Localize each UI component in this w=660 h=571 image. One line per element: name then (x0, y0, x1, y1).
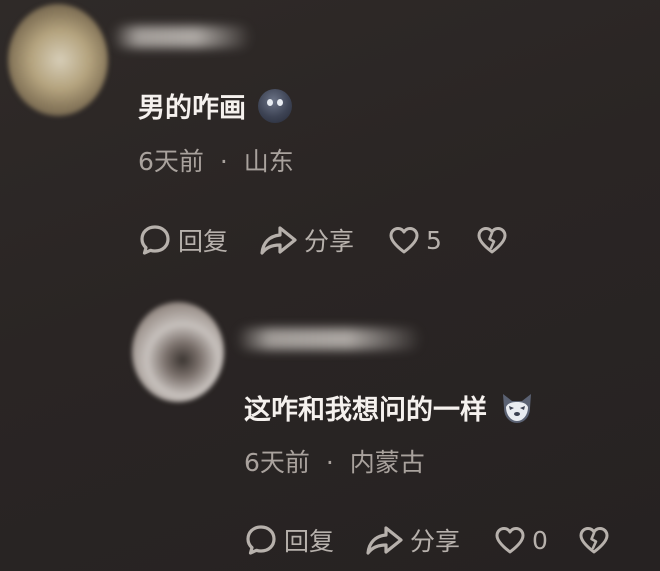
heart-icon (495, 527, 525, 554)
avatar[interactable] (132, 302, 224, 402)
meta-separator: · (325, 448, 334, 477)
comment-location: 山东 (243, 147, 294, 176)
reply-label: 回复 (284, 527, 335, 556)
comment-actions: 回复 分享 5 (138, 222, 508, 258)
username-blurred[interactable] (112, 26, 252, 48)
share-label: 分享 (304, 227, 355, 256)
avatar[interactable] (8, 4, 108, 116)
comment-actions: 回复 分享 0 (244, 522, 610, 558)
comment-text: 这咋和我想问的一样 (244, 388, 535, 427)
username-blurred[interactable] (236, 328, 422, 350)
share-arrow-icon (366, 526, 403, 555)
like-button[interactable]: 5 (388, 225, 442, 255)
like-count: 5 (426, 225, 442, 255)
comment-time: 6天前 (138, 147, 204, 176)
speech-bubble-icon (246, 525, 276, 555)
comment-meta: 6天前 · 内蒙古 (244, 443, 425, 479)
comment-time: 6天前 (244, 448, 310, 477)
comment-item: 男的咋画 6天前 · 山东 回复 分享 5 (0, 0, 660, 290)
like-count: 0 (532, 525, 548, 555)
speech-bubble-icon (140, 225, 170, 255)
reply-label: 回复 (178, 227, 229, 256)
comment-meta: 6天前 · 山东 (138, 142, 294, 178)
broken-heart-icon (579, 527, 609, 554)
comment-location: 内蒙古 (349, 448, 425, 477)
wolf-face-emoji-icon (503, 393, 531, 423)
comment-text-content: 这咋和我想问的一样 (244, 395, 487, 426)
heart-icon (389, 227, 419, 254)
dislike-button[interactable] (476, 225, 508, 255)
share-arrow-icon (260, 226, 297, 255)
share-label: 分享 (410, 527, 461, 556)
meta-separator: · (219, 147, 228, 176)
share-button[interactable]: 分享 (258, 222, 354, 258)
reply-comment-item: 这咋和我想问的一样 6天前 · 内蒙古 回复 分享 0 (0, 290, 660, 571)
comment-text-content: 男的咋画 (138, 93, 246, 124)
broken-heart-icon (477, 227, 507, 254)
like-button[interactable]: 0 (494, 525, 548, 555)
share-button[interactable]: 分享 (364, 522, 460, 558)
dislike-button[interactable] (578, 525, 610, 555)
reply-button[interactable]: 回复 (138, 222, 228, 258)
comment-text: 男的咋画 (138, 86, 292, 125)
moon-face-emoji-icon (258, 88, 292, 123)
reply-button[interactable]: 回复 (244, 522, 334, 558)
